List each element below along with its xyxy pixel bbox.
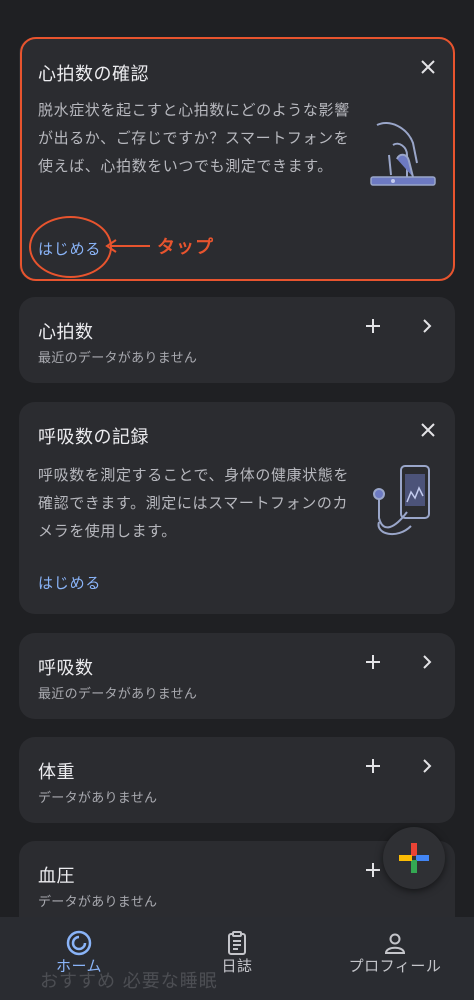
add-fab-button[interactable] — [383, 827, 445, 889]
add-icon[interactable] — [361, 858, 385, 882]
chevron-right-icon[interactable] — [415, 650, 439, 674]
close-icon[interactable] — [416, 55, 440, 79]
metric-title: 血圧 — [38, 866, 75, 887]
metric-title: 呼吸数 — [38, 658, 94, 679]
nav-item-profile[interactable]: プロフィール — [316, 917, 474, 1000]
metric-subtitle: データがありません — [38, 791, 158, 806]
metric-card-weight[interactable]: 体重 データがありません — [19, 737, 455, 823]
metric-subtitle: 最近のデータがありません — [38, 687, 198, 702]
heart-check-start-link[interactable]: はじめる — [38, 238, 101, 259]
annotation-arrow-icon — [105, 239, 150, 253]
respiration-title: 呼吸数の記録 — [38, 427, 149, 448]
close-icon[interactable] — [416, 418, 440, 442]
google-plus-icon — [399, 843, 429, 873]
heart-check-card: 心拍数の確認 脱水症状を起こすと心拍数にどのような影響が出るか、ご存じですか？ス… — [19, 37, 455, 281]
chevron-right-icon[interactable] — [415, 314, 439, 338]
add-icon[interactable] — [361, 754, 385, 778]
fingertip-camera-illustration — [370, 122, 436, 186]
chevron-right-icon[interactable] — [415, 754, 439, 778]
metric-title: 体重 — [38, 762, 75, 783]
respiration-body: 呼吸数を測定することで、身体の健康状態を確認できます。測定にはスマートフォンのカ… — [38, 466, 349, 540]
metric-title: 心拍数 — [38, 322, 94, 343]
home-ring-icon — [66, 930, 92, 956]
respiration-start-link[interactable]: はじめる — [38, 572, 101, 593]
behind-nav-section-text: おすすめ 必要な睡眠 — [40, 971, 218, 992]
metric-subtitle: 最近のデータがありません — [38, 351, 198, 366]
annotation-label: タップ — [157, 237, 214, 258]
add-icon[interactable] — [361, 314, 385, 338]
nav-label-profile: プロフィール — [348, 957, 442, 975]
add-icon[interactable] — [361, 650, 385, 674]
respiration-card: 呼吸数の記録 呼吸数を測定することで、身体の健康状態を確認できます。測定にはスマ… — [19, 402, 455, 614]
phone-stethoscope-illustration — [373, 465, 430, 536]
metric-subtitle: データがありません — [38, 895, 158, 910]
metric-card-heart-rate[interactable]: 心拍数 最近のデータがありません — [19, 297, 455, 383]
heart-check-body: 脱水症状を起こすと心拍数にどのような影響が出るか、ご存じですか？スマートフォンを… — [38, 101, 350, 175]
heart-check-title: 心拍数の確認 — [38, 64, 149, 85]
metric-card-respiration[interactable]: 呼吸数 最近のデータがありません — [19, 633, 455, 719]
profile-icon — [384, 933, 406, 954]
journal-icon — [228, 931, 246, 955]
